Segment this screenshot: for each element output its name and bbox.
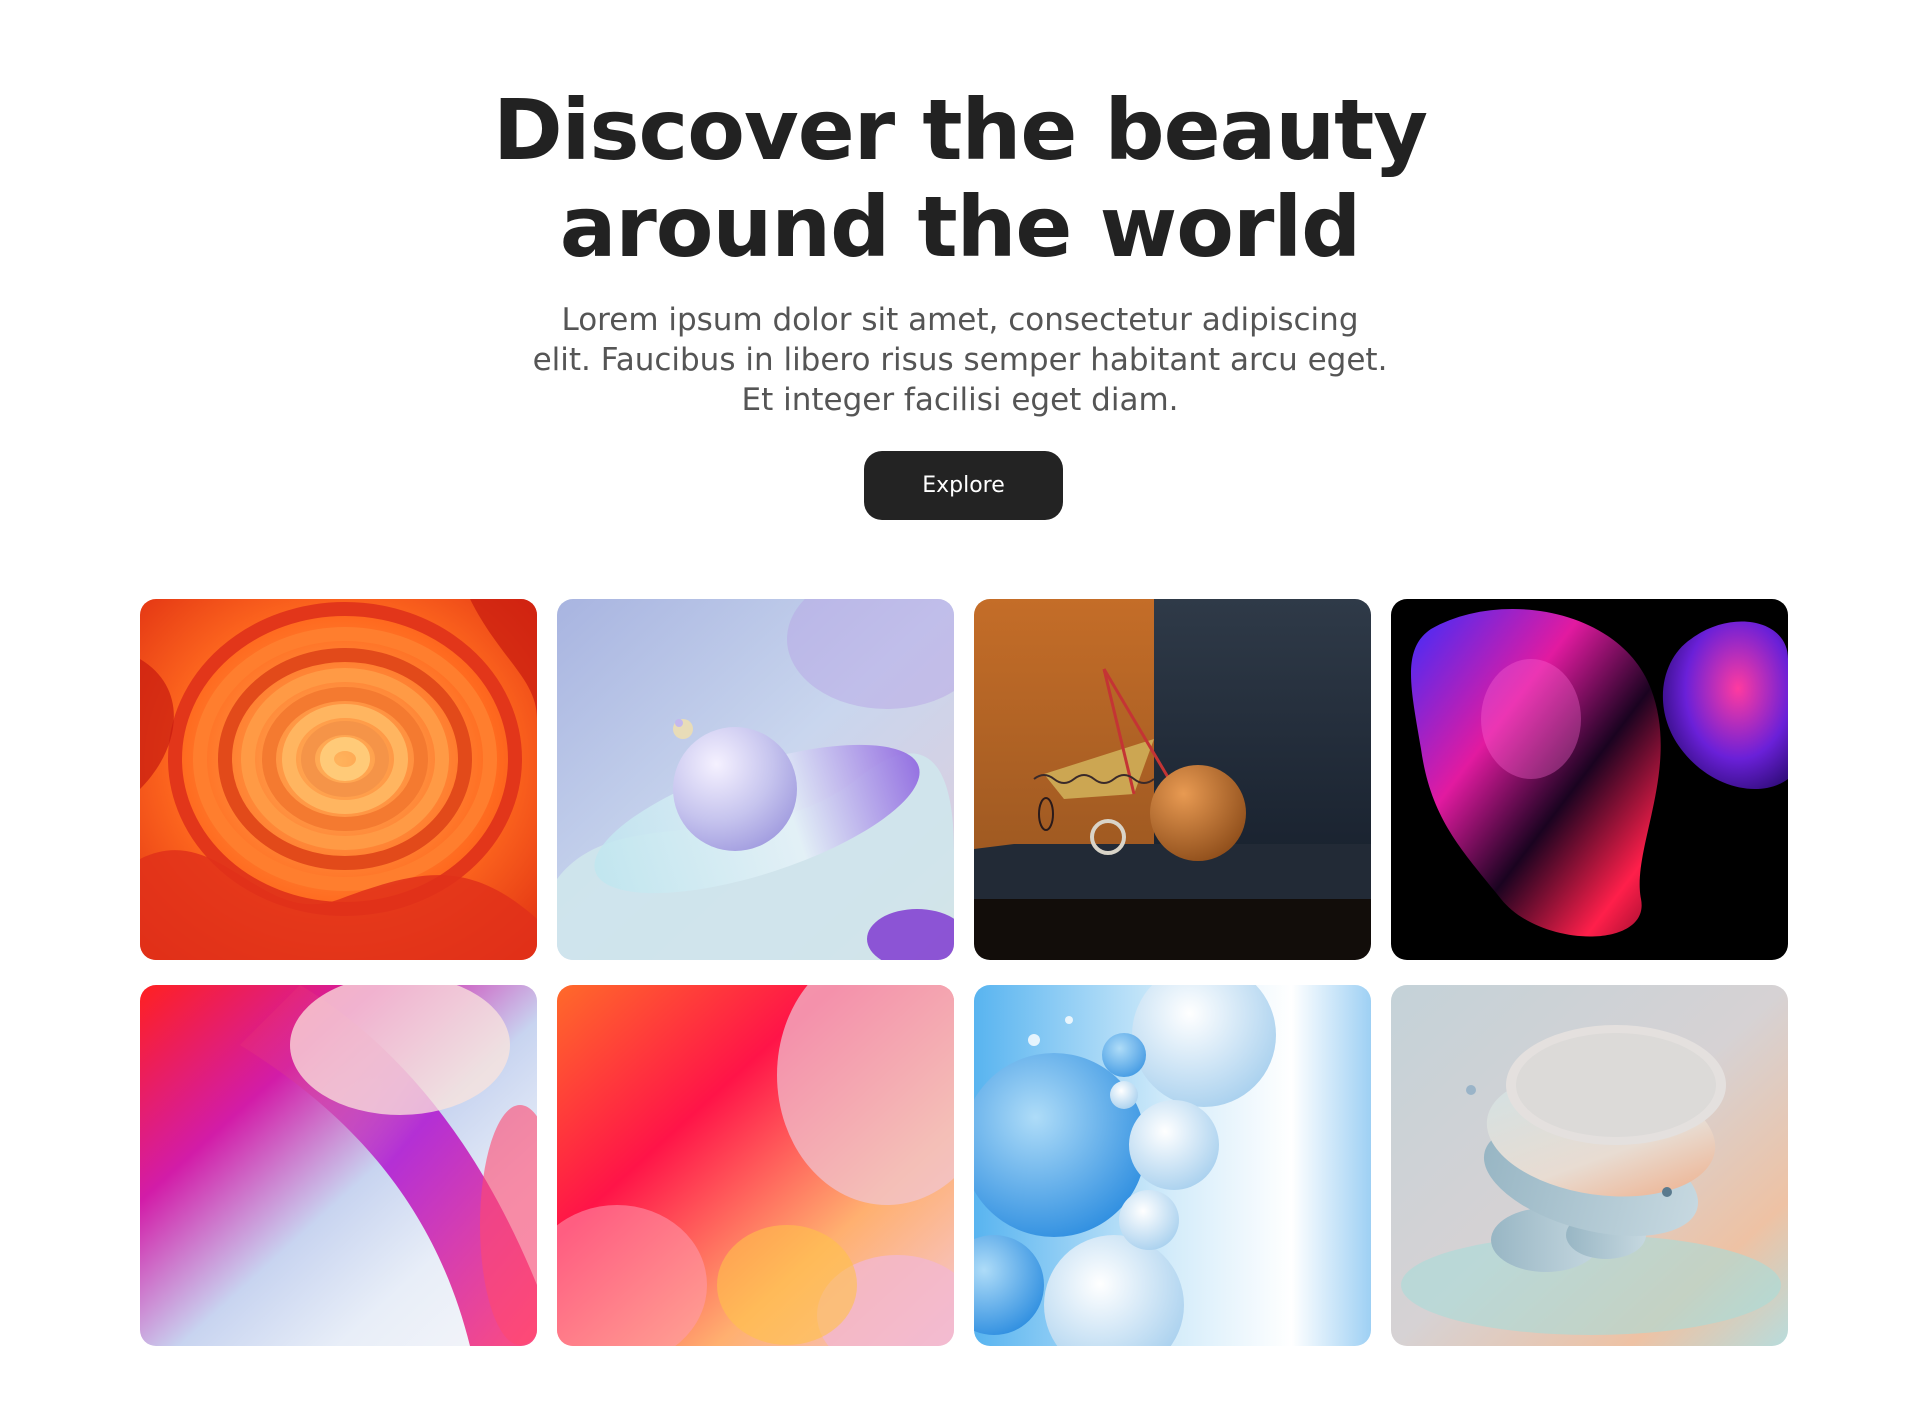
gallery-image-pastel-sphere[interactable]	[557, 599, 954, 960]
orange-swirl-artwork	[140, 599, 537, 960]
hero-description: Lorem ipsum dolor sit amet, consectetur …	[510, 300, 1410, 420]
gallery-image-still-life[interactable]	[974, 599, 1371, 960]
hero-description-line-2: elit. Faucibus in libero risus semper ha…	[532, 342, 1388, 378]
still-life-artwork	[974, 599, 1371, 960]
gallery-image-orange-swirl[interactable]	[140, 599, 537, 960]
hero-description-line-1: Lorem ipsum dolor sit amet, consectetur …	[561, 302, 1359, 338]
neon-blob-artwork	[1391, 599, 1788, 960]
pastel-discs-artwork	[1391, 985, 1788, 1346]
page-title: Discover the beauty around the world	[460, 82, 1460, 276]
gallery-image-blue-bubbles[interactable]	[974, 985, 1371, 1346]
gallery-image-neon-blob[interactable]	[1391, 599, 1788, 960]
image-gallery	[140, 599, 1790, 1346]
gallery-image-warm-blur[interactable]	[557, 985, 954, 1346]
purple-blur-artwork	[140, 985, 537, 1346]
warm-blur-artwork	[557, 985, 954, 1346]
gallery-image-pastel-discs[interactable]	[1391, 985, 1788, 1346]
hero-description-line-3: Et integer facilisi eget diam.	[741, 382, 1179, 418]
page-title-line-1: Discover the beauty	[492, 81, 1428, 179]
pastel-sphere-artwork	[557, 599, 954, 960]
blue-bubbles-artwork	[974, 985, 1371, 1346]
explore-button[interactable]: Explore	[864, 451, 1063, 520]
gallery-image-purple-blur[interactable]	[140, 985, 537, 1346]
page-title-line-2: around the world	[559, 178, 1362, 276]
